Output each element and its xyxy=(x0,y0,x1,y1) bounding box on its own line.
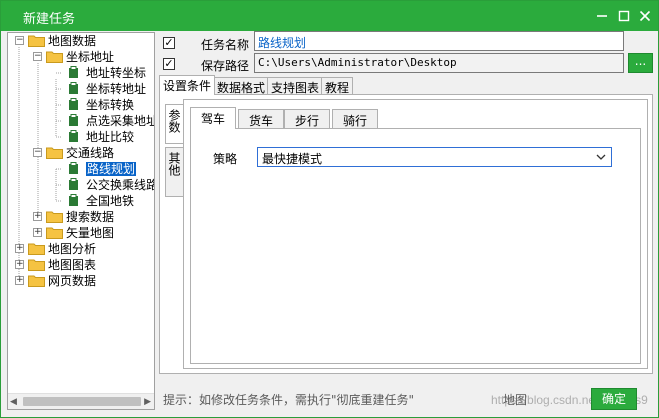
task-name-label: 任务名称 xyxy=(201,38,250,52)
save-path-input[interactable]: C:\Users\Administrator\Desktop xyxy=(254,53,624,73)
task-doc-icon xyxy=(69,194,78,206)
tree-node-label: 网页数据 xyxy=(48,274,97,288)
close-icon[interactable] xyxy=(636,7,654,25)
tab-support-chart[interactable]: 支持图表 xyxy=(267,77,324,95)
task-doc-icon xyxy=(69,178,78,190)
tree-node-label: 矢量地图 xyxy=(66,226,115,240)
title-bar: 新建任务 xyxy=(1,1,658,31)
task-doc-icon xyxy=(69,66,78,78)
tree-node-label: 交通线路 xyxy=(66,146,115,160)
tree-node-map-analysis[interactable]: + 地图分析 xyxy=(8,241,154,257)
browse-button[interactable]: ... xyxy=(628,53,653,73)
expand-icon[interactable]: + xyxy=(15,244,24,253)
side-tab-other[interactable]: 其他 xyxy=(165,147,183,197)
minimize-icon[interactable] xyxy=(593,7,611,25)
ok-button[interactable]: 确定 xyxy=(591,388,637,410)
scroll-right-icon[interactable]: ▶ xyxy=(144,397,151,407)
tree-node-coord-convert[interactable]: 坐标转换 xyxy=(8,97,154,113)
tab-data-format[interactable]: 数据格式 xyxy=(213,77,270,95)
folder-icon xyxy=(46,51,63,63)
strategy-select[interactable]: 最快捷模式 xyxy=(257,147,612,167)
tree-node-label: 路线规划 xyxy=(86,162,137,176)
task-name-input[interactable]: 路线规划 xyxy=(254,31,624,51)
save-path-label: 保存路径 xyxy=(201,59,250,73)
task-name-checkbox[interactable]: ✓ xyxy=(163,37,175,49)
tree-node-label: 点选采集地址 xyxy=(86,114,155,128)
save-path-checkbox[interactable]: ✓ xyxy=(163,58,175,70)
new-task-window: 新建任务 − 地图数据 − 坐标地址 地址转坐标 坐标转地址 坐标转换 点选采集… xyxy=(0,0,659,418)
chevron-down-icon xyxy=(596,154,606,160)
tree-node-traffic-route[interactable]: − 交通线路 xyxy=(8,145,154,161)
strategy-value: 最快捷模式 xyxy=(262,152,323,166)
task-doc-icon xyxy=(69,114,78,126)
folder-icon xyxy=(28,243,45,255)
hint-text: 提示：如修改任务条件，需执行"彻底重建任务" xyxy=(163,393,415,407)
scroll-left-icon[interactable]: ◀ xyxy=(10,397,17,407)
tree-node-label: 地图图表 xyxy=(48,258,97,272)
maximize-icon[interactable] xyxy=(615,7,633,25)
tab-tutorial[interactable]: 教程 xyxy=(321,77,354,95)
tree-node-vector-map[interactable]: + 矢量地图 xyxy=(8,225,154,241)
folder-icon xyxy=(46,147,63,159)
tree-node-map-data[interactable]: − 地图数据 xyxy=(8,33,154,49)
tree-node-coord-address[interactable]: − 坐标地址 xyxy=(8,49,154,65)
task-doc-icon xyxy=(69,98,78,110)
tree-node-map-chart[interactable]: + 地图图表 xyxy=(8,257,154,273)
tree-node-label: 地图分析 xyxy=(48,242,97,256)
side-tab-label: 其他 xyxy=(167,152,181,176)
tree-node-label: 搜索数据 xyxy=(66,210,115,224)
task-doc-icon xyxy=(69,162,78,174)
side-tab-params[interactable]: 参数 xyxy=(165,104,183,144)
expand-icon[interactable]: + xyxy=(33,212,42,221)
tree-node-route-planning[interactable]: 路线规划 xyxy=(8,161,154,177)
tree-horizontal-scrollbar[interactable]: ◀ ▶ xyxy=(8,393,154,409)
tree-node-label: 地址转坐标 xyxy=(86,66,147,80)
scroll-thumb[interactable] xyxy=(23,397,141,406)
tab-cycling[interactable]: 骑行 xyxy=(332,109,379,129)
tree-node-label: 坐标地址 xyxy=(66,50,115,64)
folder-icon xyxy=(28,259,45,271)
folder-icon xyxy=(46,211,63,223)
tree-node-label: 坐标转地址 xyxy=(86,82,147,96)
tree-node-label: 全国地铁 xyxy=(86,194,135,208)
folder-icon xyxy=(46,227,63,239)
tree-node-coord-to-address[interactable]: 坐标转地址 xyxy=(8,81,154,97)
tree-node-label: 坐标转换 xyxy=(86,98,135,112)
folder-icon xyxy=(28,35,45,47)
tree-node-national-subway[interactable]: 全国地铁 xyxy=(8,193,154,209)
tab-settings[interactable]: 设置条件 xyxy=(159,75,216,95)
collapse-icon[interactable]: − xyxy=(15,36,24,45)
task-doc-icon xyxy=(69,130,78,142)
task-tree[interactable]: − 地图数据 − 坐标地址 地址转坐标 坐标转地址 坐标转换 点选采集地址 地址… xyxy=(7,32,155,410)
tree-node-label: 公交换乘线路 xyxy=(86,178,155,192)
strategy-label: 策略 xyxy=(213,152,238,166)
window-title: 新建任务 xyxy=(23,12,76,27)
folder-icon xyxy=(28,275,45,287)
tab-driving[interactable]: 驾车 xyxy=(190,107,237,129)
side-tab-label: 参数 xyxy=(167,109,181,133)
collapse-icon[interactable]: − xyxy=(33,148,42,157)
task-doc-icon xyxy=(69,82,78,94)
tree-node-search-data[interactable]: + 搜索数据 xyxy=(8,209,154,225)
tab-walking[interactable]: 步行 xyxy=(284,109,331,129)
tree-node-label: 地图数据 xyxy=(48,34,97,48)
tree-node-address-to-coord[interactable]: 地址转坐标 xyxy=(8,65,154,81)
tree-node-bus-transfer[interactable]: 公交换乘线路 xyxy=(8,177,154,193)
tree-node-point-collect[interactable]: 点选采集地址 xyxy=(8,113,154,129)
expand-icon[interactable]: + xyxy=(15,276,24,285)
tree-node-web-data[interactable]: + 网页数据 xyxy=(8,273,154,289)
collapse-icon[interactable]: − xyxy=(33,52,42,61)
expand-icon[interactable]: + xyxy=(15,260,24,269)
expand-icon[interactable]: + xyxy=(33,228,42,237)
tree-node-address-compare[interactable]: 地址比较 xyxy=(8,129,154,145)
tree-node-label: 地址比较 xyxy=(86,130,135,144)
tab-truck[interactable]: 货车 xyxy=(238,109,285,129)
